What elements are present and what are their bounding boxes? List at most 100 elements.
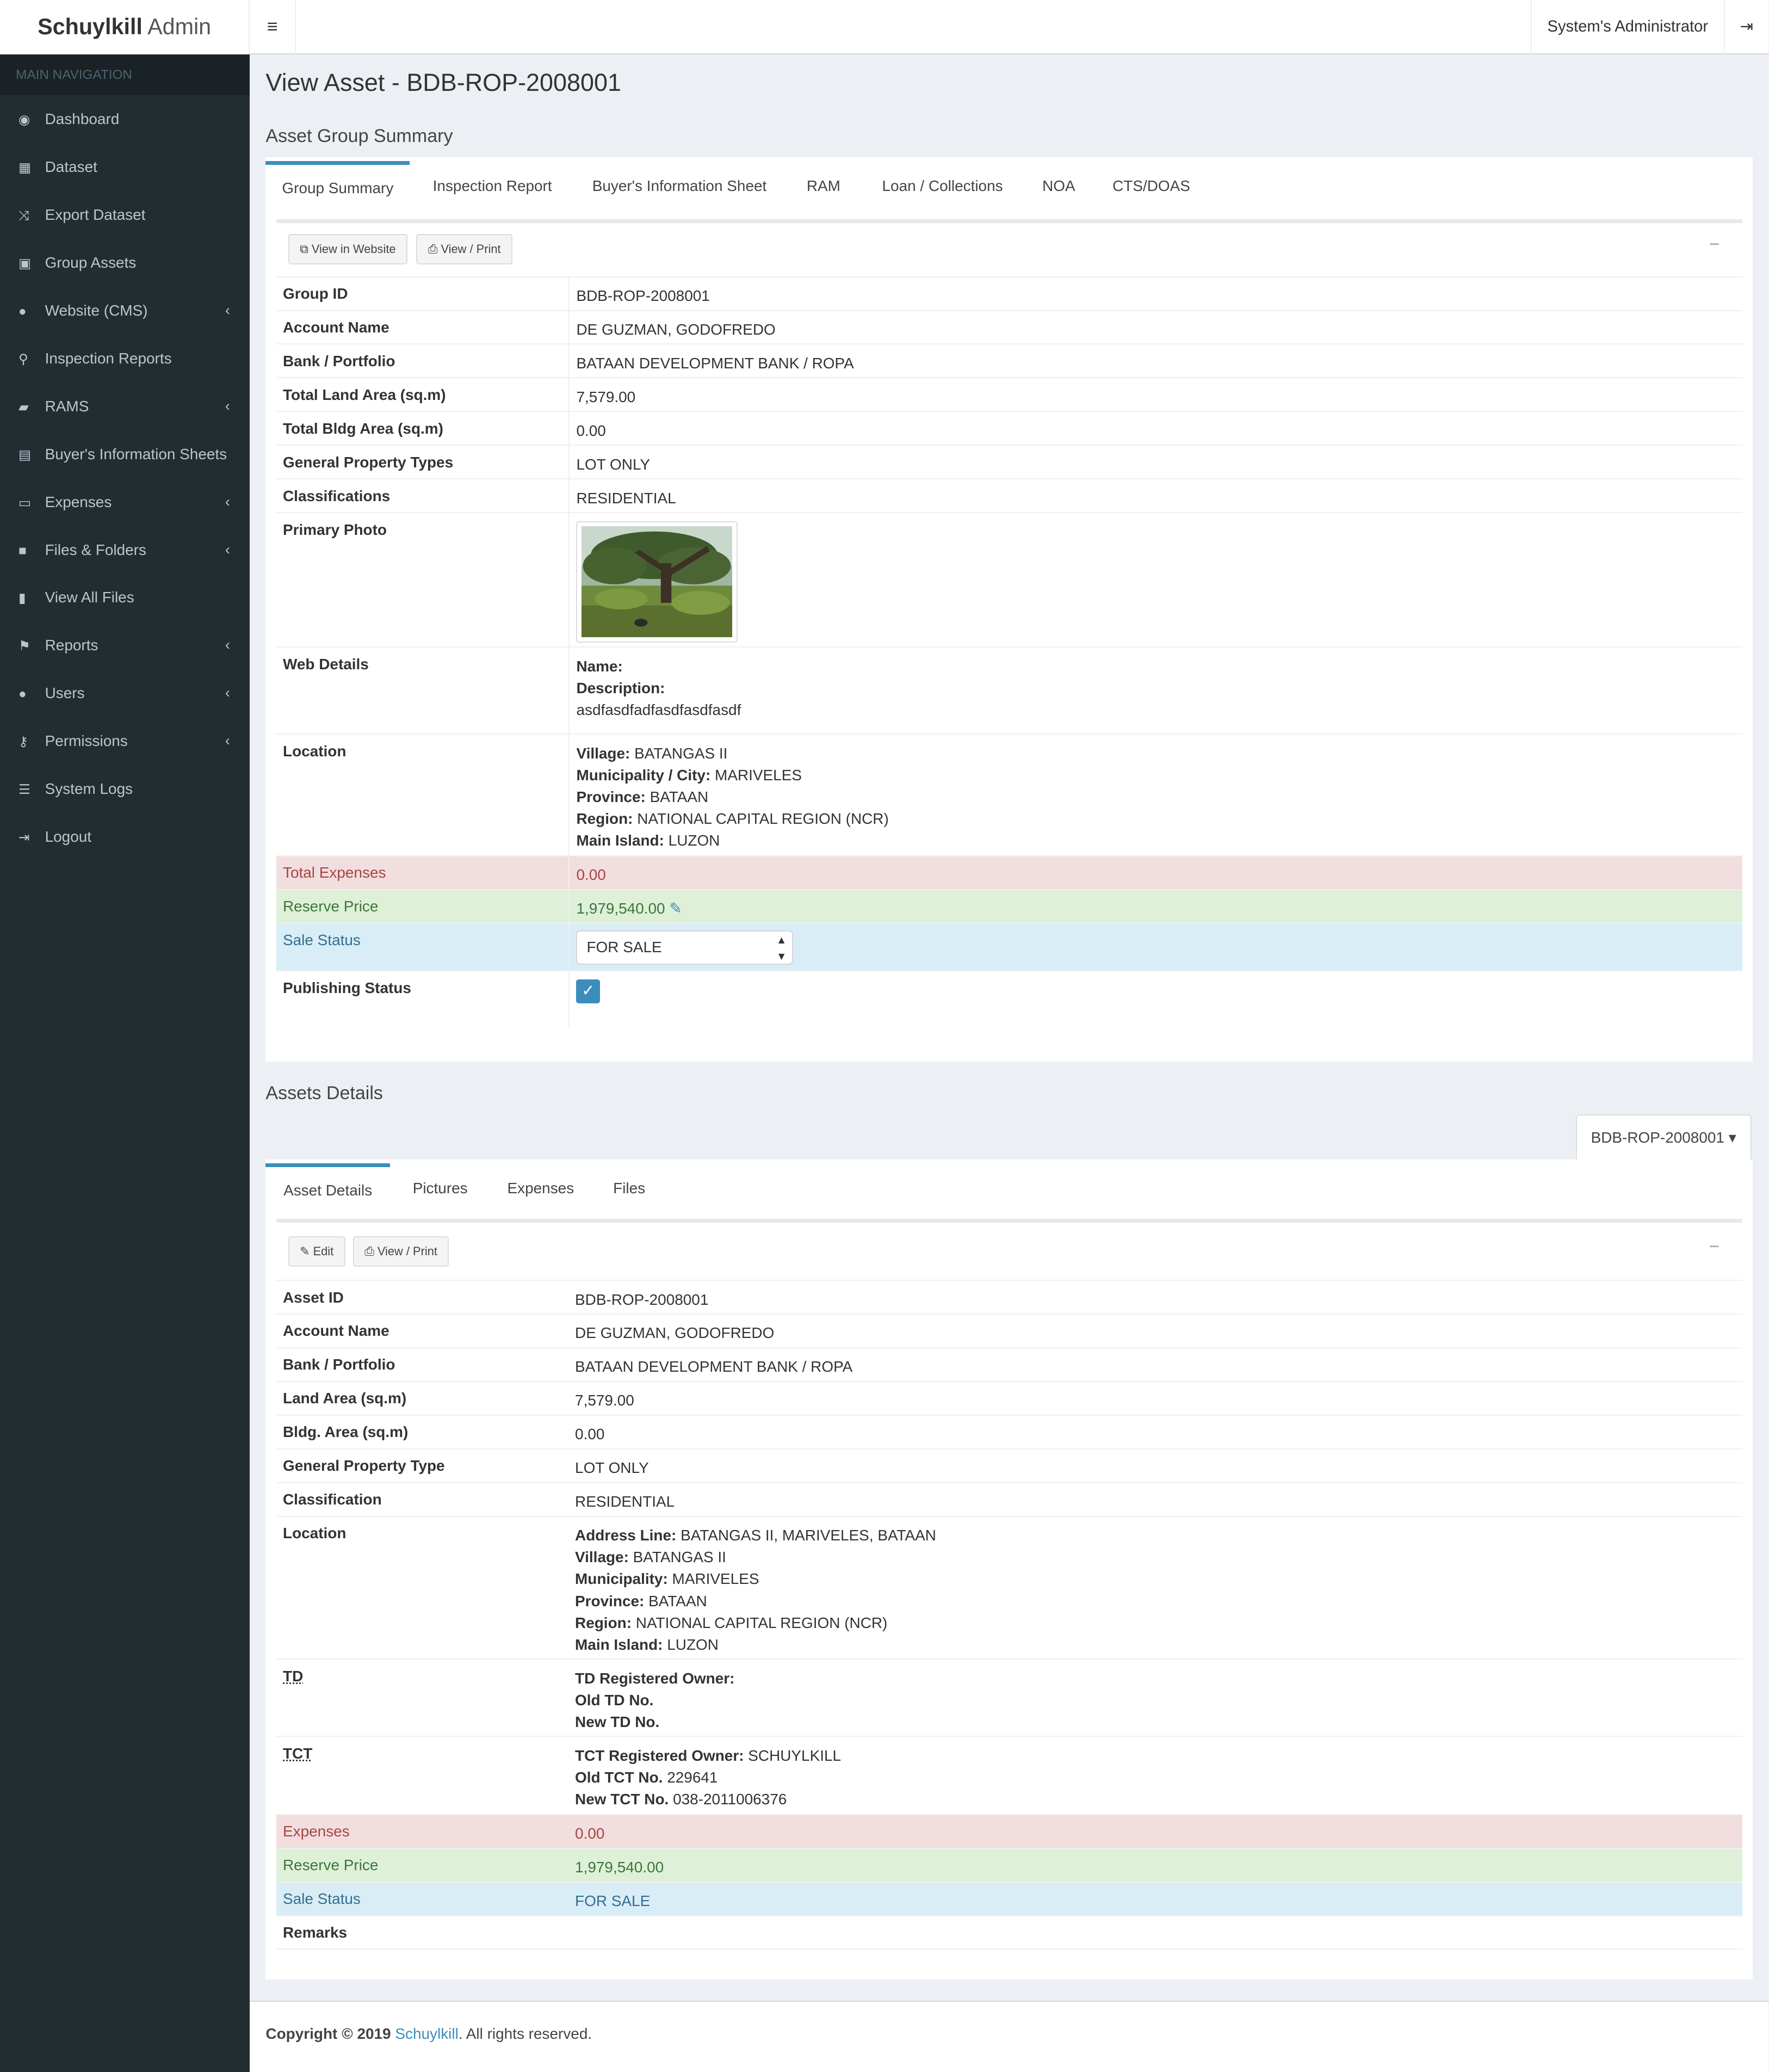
primary-photo-row: Primary Photo <box>276 512 1742 646</box>
asset-tabs: Asset Details Pictures Expenses Files <box>265 1163 1753 1216</box>
td-row: TD TD Registered Owner: Old TD No. New TD … <box>276 1658 1742 1736</box>
sidebar-item-dashboard[interactable]: ◉ Dashboard <box>0 95 250 143</box>
sidebar-item-view-all-files[interactable]: ▮ View All Files <box>0 574 250 621</box>
tab-noa[interactable]: NOA <box>1032 161 1085 211</box>
user-menu[interactable]: System's Administrator <box>1530 0 1724 54</box>
sidebar-item-reports[interactable]: ⚑ Reports ‹ <box>0 621 250 669</box>
sale-status-row: Sale Status FOR SALE <box>276 1881 1742 1915</box>
asset-select-dropdown[interactable]: BDB-ROP-2008001 ▾ <box>1575 1114 1752 1161</box>
tab-asset-details[interactable]: Asset Details <box>265 1163 390 1214</box>
tab-pictures[interactable]: Pictures <box>403 1163 477 1213</box>
sidebar-item-dataset[interactable]: ▦ Dataset <box>0 143 250 191</box>
check-icon: ✓ <box>582 982 595 1000</box>
tab-group-summary[interactable]: Group Summary <box>265 161 410 212</box>
sidebar-item-label: Group Assets <box>45 254 137 271</box>
land-area-row: Total Land Area (sq.m) 7,579.00 <box>276 377 1742 411</box>
property-types-row: General Property Types LOT ONLY <box>276 445 1742 479</box>
sidebar-item-inspection-reports[interactable]: ⚲ Inspection Reports <box>0 335 250 383</box>
account-name-row: Account Name DE GUZMAN, GODOFREDO <box>276 1313 1742 1347</box>
sale-status-row: Sale Status FOR SALE ▲ ▼ <box>276 922 1742 971</box>
section-title-asset-group: Asset Group Summary <box>265 125 453 146</box>
select-arrows-icon: ▲ ▼ <box>776 934 787 963</box>
sidebar-toggle-button[interactable]: ≡ <box>250 0 296 54</box>
sale-status-select[interactable]: FOR SALE ▲ ▼ <box>576 930 793 965</box>
sidebar-item-export-dataset[interactable]: ⤨ Export Dataset <box>0 191 250 239</box>
signout-button[interactable]: ⇥ <box>1723 0 1769 54</box>
sidebar-item-rams[interactable]: ▰ RAMS ‹ <box>0 383 250 430</box>
view-print-button[interactable]: ⎙ View / Print <box>352 1236 449 1267</box>
sidebar-item-logout[interactable]: ⇥ Logout <box>0 813 250 861</box>
sidebar-item-label: Files & Folders <box>45 541 146 558</box>
publishing-status-checkbox[interactable]: ✓ <box>576 979 601 1003</box>
tab-buyers-information-sheet[interactable]: Buyer's Information Sheet <box>580 161 779 211</box>
edit-icon: ✎ <box>300 1244 310 1258</box>
tab-loan-collections[interactable]: Loan / Collections <box>870 161 1015 211</box>
collapse-icon[interactable]: − <box>1709 1236 1720 1257</box>
table-icon: ▦ <box>18 160 31 175</box>
classifications-row: Classifications RESIDENTIAL <box>276 478 1742 513</box>
remarks-row: Remarks <box>276 1915 1742 1950</box>
bldg-area-row: Total Bldg Area (sq.m) 0.00 <box>276 411 1742 445</box>
property-type-row: General Property Type LOT ONLY <box>276 1448 1742 1482</box>
brand-suffix: Admin <box>147 14 212 39</box>
chevron-left-icon: ‹ <box>225 301 230 318</box>
chevron-left-icon: ‹ <box>225 541 230 558</box>
primary-photo[interactable] <box>576 521 738 643</box>
sidebar-item-expenses[interactable]: ▭ Expenses ‹ <box>0 478 250 526</box>
copyright-text: Copyright © 2019 Schuylkill. All rights … <box>265 2025 592 2043</box>
collapse-icon[interactable]: − <box>1709 234 1720 255</box>
tab-cts-doas[interactable]: CTS/DOAS <box>1104 161 1199 211</box>
sidebar-item-label: Logout <box>45 828 92 846</box>
tab-files[interactable]: Files <box>604 1163 654 1213</box>
sidebar-item-label: Dashboard <box>45 110 120 127</box>
sidebar-item-label: Website (CMS) <box>45 301 148 319</box>
tab-expenses[interactable]: Expenses <box>498 1163 583 1213</box>
app-logo[interactable]: Schuylkill Admin <box>0 0 250 54</box>
users-icon: ● <box>18 687 27 702</box>
view-print-button[interactable]: ⎙ View / Print <box>416 233 513 264</box>
edit-icon[interactable]: ✎ <box>669 900 682 917</box>
object-group-icon: ▣ <box>18 256 31 271</box>
folder-icon: ■ <box>18 543 27 558</box>
edit-button[interactable]: ✎ Edit <box>288 1236 345 1267</box>
sidebar-item-system-logs[interactable]: ☰ System Logs <box>0 765 250 813</box>
credit-card-icon: ▭ <box>18 495 31 510</box>
sidebar-item-label: RAMS <box>45 397 89 415</box>
caret-down-icon: ▾ <box>1728 1129 1736 1146</box>
company-link[interactable]: Schuylkill <box>395 2025 458 2042</box>
location-row: Location Address Line: BATANGAS II, MARI… <box>276 1515 1742 1658</box>
sidebar-item-group-assets[interactable]: ▣ Group Assets <box>0 239 250 287</box>
land-area-row: Land Area (sq.m) 7,579.00 <box>276 1380 1742 1415</box>
view-in-website-button[interactable]: ⧉ View in Website <box>288 233 407 264</box>
brand-name: Schuylkill <box>38 14 143 39</box>
bldg-area-row: Bldg. Area (sq.m) 0.00 <box>276 1414 1742 1448</box>
sidebar-item-permissions[interactable]: ⚷ Permissions ‹ <box>0 717 250 765</box>
sign-out-icon: ⇥ <box>18 830 30 846</box>
list-icon: ☰ <box>18 782 30 798</box>
asset-id-row: Asset ID BDB-ROP-2008001 <box>276 1279 1742 1314</box>
dashboard-icon: ◉ <box>18 112 30 127</box>
reserve-price-row: Reserve Price 1,979,540.00 <box>276 1847 1742 1882</box>
tct-row: TCT TCT Registered Owner: SCHUYLKILL Old… <box>276 1736 1742 1814</box>
web-details-row: Web Details Name: Description: asdfasdfadf… <box>276 646 1742 734</box>
account-name-row: Account Name DE GUZMAN, GODOFREDO <box>276 310 1742 344</box>
sidebar-item-label: Dataset <box>45 158 97 175</box>
sidebar-item-buyers-information-sheets[interactable]: ▤ Buyer's Information Sheets <box>0 430 250 478</box>
sidebar-header: MAIN NAVIGATION <box>0 54 250 95</box>
sidebar-item-label: Inspection Reports <box>45 349 172 367</box>
sidebar-item-users[interactable]: ● Users ‹ <box>0 669 250 717</box>
key-icon: ⚷ <box>18 735 28 750</box>
bank-portfolio-row: Bank / Portfolio BATAAN DEVELOPMENT BANK … <box>276 343 1742 378</box>
chevron-left-icon: ‹ <box>225 684 230 701</box>
publishing-status-row: Publishing Status ✓ <box>276 970 1742 1029</box>
external-link-icon: ⧉ <box>300 242 308 256</box>
footer: Copyright © 2019 Schuylkill. All rights … <box>250 2000 1769 2072</box>
sidebar-item-files-folders[interactable]: ■ Files & Folders ‹ <box>0 526 250 574</box>
sidebar-item-label: Buyer's Information Sheets <box>45 445 227 462</box>
file-icon: ▮ <box>18 591 26 606</box>
tab-ram[interactable]: RAM <box>794 161 852 211</box>
section-title-assets-details: Assets Details <box>265 1083 383 1104</box>
tab-inspection-report[interactable]: Inspection Report <box>418 161 567 211</box>
globe-icon: ● <box>18 304 27 319</box>
sidebar-item-website-cms[interactable]: ● Website (CMS) ‹ <box>0 287 250 335</box>
